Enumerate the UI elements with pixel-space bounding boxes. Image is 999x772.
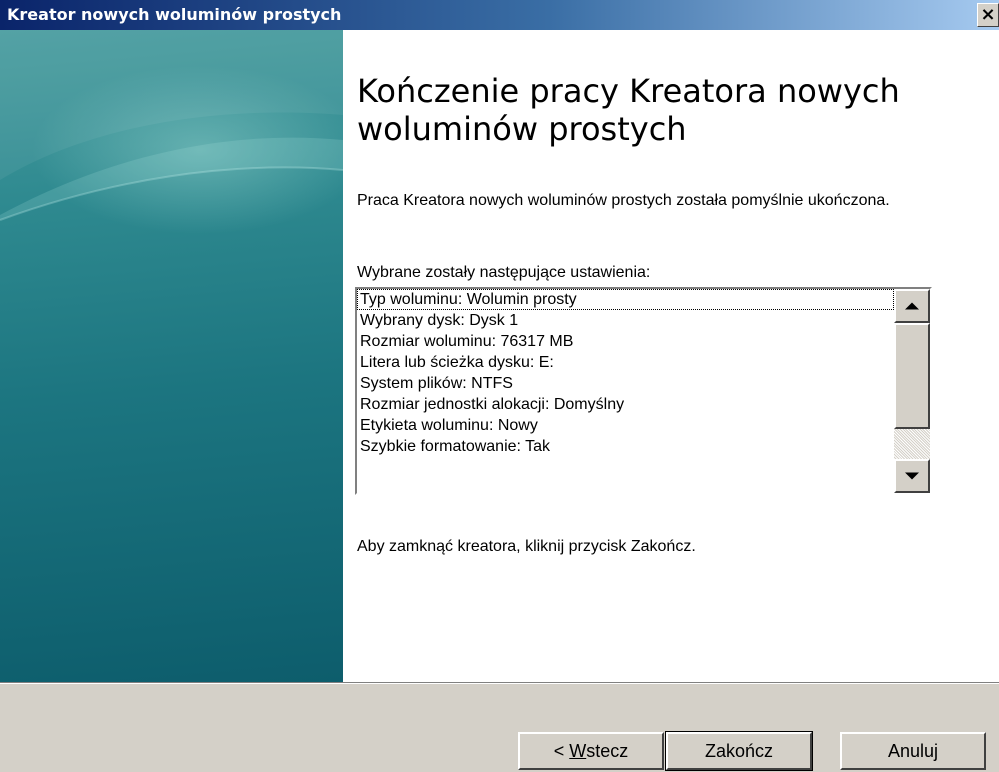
scroll-up-button[interactable] bbox=[894, 289, 930, 323]
wizard-content: Kończenie pracy Kreatora nowych woluminó… bbox=[0, 30, 999, 682]
arrow-up-icon bbox=[905, 302, 919, 310]
list-item[interactable]: Wybrany dysk: Dysk 1 bbox=[357, 310, 894, 331]
wizard-window: Kreator nowych woluminów prostych × Końc… bbox=[0, 0, 999, 772]
list-item[interactable]: Szybkie formatowanie: Tak bbox=[357, 436, 894, 457]
finish-button[interactable]: Zakończ bbox=[665, 731, 813, 771]
wizard-side-banner bbox=[0, 30, 343, 682]
page-title: Kończenie pracy Kreatora nowych woluminó… bbox=[357, 72, 900, 148]
back-button[interactable]: < Wstecz bbox=[518, 732, 664, 770]
back-button-label: stecz bbox=[586, 740, 629, 761]
banner-wave-graphic bbox=[0, 30, 343, 221]
completion-message: Praca Kreatora nowych woluminów prostych… bbox=[357, 192, 890, 209]
close-instruction: Aby zamknąć kreatora, kliknij przycisk Z… bbox=[357, 538, 696, 555]
wizard-footer: < Wstecz Zakończ Anuluj bbox=[0, 684, 999, 772]
window-title: Kreator nowych woluminów prostych bbox=[7, 5, 342, 24]
settings-list: Typ woluminu: Wolumin prosty Wybrany dys… bbox=[357, 289, 894, 493]
list-item[interactable]: System plików: NTFS bbox=[357, 373, 894, 394]
close-button[interactable]: × bbox=[977, 3, 999, 27]
list-item[interactable]: Rozmiar jednostki alokacji: Domyślny bbox=[357, 394, 894, 415]
cancel-button[interactable]: Anuluj bbox=[840, 732, 986, 770]
list-item[interactable]: Etykieta woluminu: Nowy bbox=[357, 415, 894, 436]
scroll-thumb[interactable] bbox=[894, 323, 930, 429]
back-button-mnemonic: W bbox=[569, 740, 587, 761]
scroll-down-button[interactable] bbox=[894, 459, 930, 493]
vertical-scrollbar[interactable] bbox=[894, 289, 930, 493]
settings-label: Wybrane zostały następujące ustawienia: bbox=[357, 264, 651, 281]
arrow-down-icon bbox=[905, 472, 919, 480]
back-button-prefix: < bbox=[553, 740, 570, 761]
list-item[interactable]: Typ woluminu: Wolumin prosty bbox=[357, 289, 894, 310]
title-bar[interactable]: Kreator nowych woluminów prostych × bbox=[0, 0, 999, 30]
close-icon: × bbox=[980, 4, 996, 25]
list-item[interactable]: Litera lub ścieżka dysku: E: bbox=[357, 352, 894, 373]
list-item[interactable]: Rozmiar woluminu: 76317 MB bbox=[357, 331, 894, 352]
settings-listbox[interactable]: Typ woluminu: Wolumin prosty Wybrany dys… bbox=[355, 287, 932, 495]
cancel-button-label: Anuluj bbox=[887, 740, 939, 761]
finish-button-label: Zakończ bbox=[704, 740, 774, 761]
